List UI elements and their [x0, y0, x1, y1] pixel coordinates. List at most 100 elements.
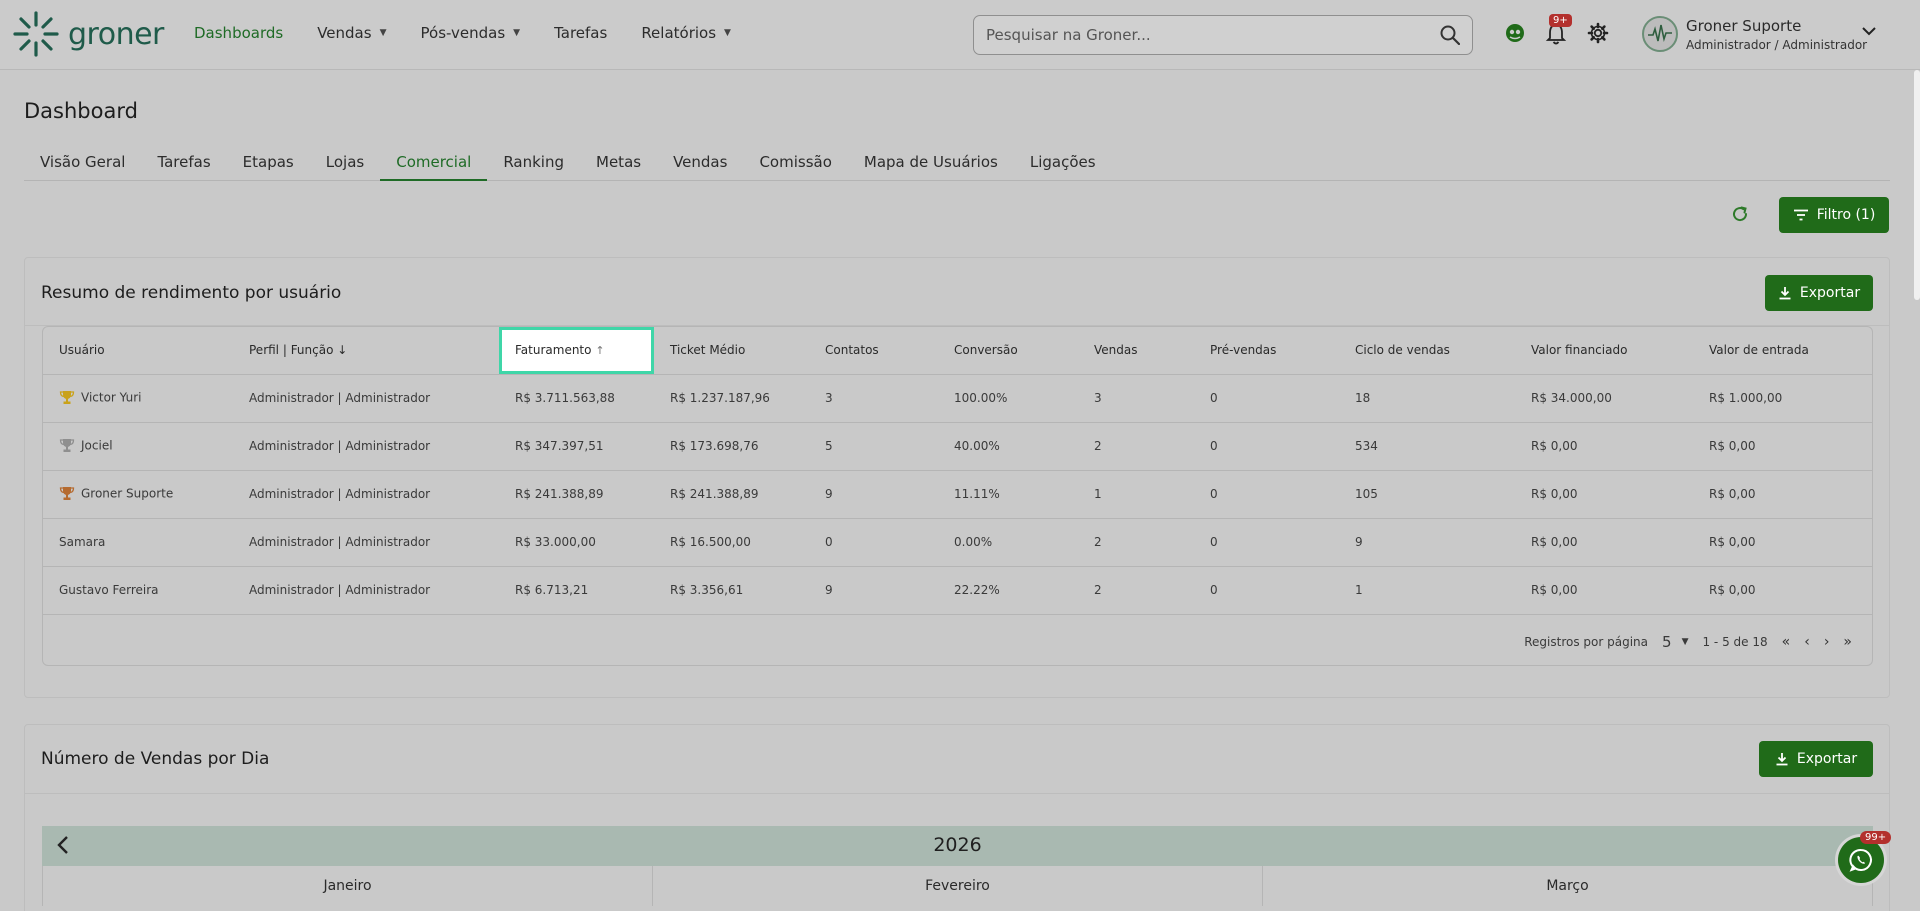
prev-page-icon[interactable]: ‹	[1804, 634, 1810, 650]
tab-comercial[interactable]: Comercial	[380, 145, 488, 181]
per-page-select[interactable]: 5 ▼	[1662, 633, 1688, 651]
col-conversao[interactable]: Conversão	[938, 327, 1078, 375]
tab-visao-geral[interactable]: Visão Geral	[24, 145, 141, 181]
month-janeiro[interactable]: Janeiro	[43, 866, 653, 906]
cell-value: 0	[1210, 391, 1218, 405]
tab-mapa-de-usuarios[interactable]: Mapa de Usuários	[848, 145, 1014, 181]
col-pre-vendas[interactable]: Pré-vendas	[1194, 327, 1339, 375]
logo-text: groner	[68, 16, 164, 52]
summary-card: Resumo de rendimento por usuário Exporta…	[24, 257, 1890, 698]
first-page-icon[interactable]: «	[1782, 634, 1791, 650]
table-cell: 40.00%	[938, 422, 1078, 471]
col-ticket-medio[interactable]: Ticket Médio	[654, 327, 809, 375]
whatsapp-icon	[1849, 849, 1872, 872]
cell-value: 105	[1355, 487, 1378, 501]
export-label: Exportar	[1799, 285, 1861, 301]
cell-value: Administrador | Administrador	[249, 391, 431, 405]
col-faturamento[interactable]: Faturamento ↑	[499, 327, 654, 375]
table-cell: 2	[1078, 422, 1194, 471]
chevron-down-icon[interactable]	[1862, 26, 1876, 36]
col-contatos[interactable]: Contatos	[809, 327, 938, 375]
tab-vendas[interactable]: Vendas	[657, 145, 743, 181]
trophy-icon	[59, 487, 75, 500]
nav-relatorios[interactable]: Relatórios ▼	[641, 24, 731, 42]
cell-value: 9	[825, 487, 833, 501]
table-cell: Administrador | Administrador	[233, 470, 499, 519]
search-icon[interactable]	[1440, 25, 1460, 45]
next-page-icon[interactable]: ›	[1824, 634, 1830, 650]
cell-value: 18	[1355, 391, 1371, 405]
table-cell: R$ 347.397,51	[499, 422, 654, 471]
table-cell: R$ 3.711.563,88	[499, 374, 654, 423]
export-summary-button[interactable]: Exportar	[1765, 275, 1873, 311]
col-vendas[interactable]: Vendas	[1078, 327, 1194, 375]
whatsapp-badge: 99+	[1860, 831, 1892, 844]
filter-button[interactable]: Filtro (1)	[1779, 197, 1889, 233]
cell-value: 22.22%	[954, 583, 1000, 597]
table-row[interactable]: Groner Suporte Administrador | Administra…	[43, 470, 1872, 519]
month-fevereiro[interactable]: Fevereiro	[653, 866, 1263, 906]
nav-pos-vendas[interactable]: Pós-vendas ▼	[421, 24, 521, 42]
col-perfil-funcao[interactable]: Perfil | Função ↓	[233, 327, 499, 375]
nav-label: Dashboards	[194, 24, 284, 42]
col-ciclo-de-vendas[interactable]: Ciclo de vendas	[1339, 327, 1515, 375]
summary-table: Usuário Perfil | Função ↓ Faturamento ↑ …	[42, 326, 1873, 666]
nav-dashboards[interactable]: Dashboards	[194, 24, 283, 42]
gear-icon[interactable]	[1587, 22, 1609, 44]
user-menu[interactable]: Groner Suporte Administrador / Administr…	[1642, 16, 1867, 52]
export-sales-button[interactable]: Exportar	[1759, 741, 1873, 777]
cell-value: 9	[825, 583, 833, 597]
calendar-header: 2026	[42, 826, 1873, 866]
sales-per-day-title: Número de Vendas por Dia	[41, 749, 270, 769]
cell-value: 3	[825, 391, 833, 405]
col-usuario[interactable]: Usuário	[43, 327, 233, 375]
table-row[interactable]: Samara Administrador | Administrador R$ 33…	[43, 518, 1872, 567]
tab-metas[interactable]: Metas	[580, 145, 657, 181]
caret-down-icon: ▼	[379, 28, 387, 38]
cell-value: Administrador | Administrador	[249, 535, 431, 549]
table-cell: R$ 0,00	[1515, 470, 1693, 519]
table-cell: 0	[1194, 566, 1339, 615]
cell-value: Jociel	[81, 438, 113, 453]
table-cell: R$ 1.000,00	[1693, 374, 1872, 423]
groner-logo[interactable]: groner	[12, 10, 164, 58]
top-bar: groner Dashboards Vendas ▼ Pós-vendas ▼ Ta…	[0, 0, 1920, 70]
last-page-icon[interactable]: »	[1843, 634, 1852, 650]
table-cell: R$ 0,00	[1693, 470, 1872, 519]
tab-etapas[interactable]: Etapas	[227, 145, 310, 181]
month-marco[interactable]: Março	[1263, 866, 1873, 906]
groner-assistant-icon[interactable]	[1504, 22, 1526, 44]
refresh-icon[interactable]	[1730, 204, 1750, 224]
cell-value: 0	[825, 535, 833, 549]
cell-value: R$ 0,00	[1709, 583, 1756, 597]
table-row[interactable]: Jociel Administrador | Administrador R$ 34…	[43, 422, 1872, 471]
table-cell: 3	[1078, 374, 1194, 423]
table-cell: R$ 173.698,76	[654, 422, 809, 471]
download-icon	[1776, 753, 1788, 766]
page-scrollbar[interactable]	[1914, 70, 1920, 300]
tab-comissao[interactable]: Comissão	[743, 145, 847, 181]
tab-tarefas[interactable]: Tarefas	[141, 145, 226, 181]
table-row[interactable]: Gustavo Ferreira Administrador | Administ…	[43, 566, 1872, 615]
trophy-icon	[59, 391, 75, 404]
search-box	[973, 15, 1473, 55]
nav-tarefas[interactable]: Tarefas	[554, 24, 607, 42]
tab-ligacoes[interactable]: Ligações	[1014, 145, 1112, 181]
table-cell: R$ 33.000,00	[499, 518, 654, 567]
table-cell: 0.00%	[938, 518, 1078, 567]
nav-vendas[interactable]: Vendas ▼	[317, 24, 386, 42]
col-label: Faturamento	[515, 343, 592, 358]
tab-lojas[interactable]: Lojas	[310, 145, 380, 181]
arrow-down-icon: ↓	[337, 343, 348, 358]
table-pager: Registros por página 5 ▼ 1 - 5 de 18 « ‹…	[1524, 633, 1852, 651]
cell-value: 40.00%	[954, 439, 1000, 453]
table-cell: Gustavo Ferreira	[43, 566, 233, 615]
search-input[interactable]	[974, 16, 1414, 54]
col-valor-financiado[interactable]: Valor financiado	[1515, 327, 1693, 375]
tab-ranking[interactable]: Ranking	[487, 145, 580, 181]
col-valor-de-entrada[interactable]: Valor de entrada	[1693, 327, 1872, 375]
page-title: Dashboard	[24, 99, 138, 123]
cell-value: 1	[1355, 583, 1363, 597]
table-row[interactable]: Victor Yuri Administrador | Administrador…	[43, 374, 1872, 423]
table-cell: R$ 0,00	[1693, 518, 1872, 567]
